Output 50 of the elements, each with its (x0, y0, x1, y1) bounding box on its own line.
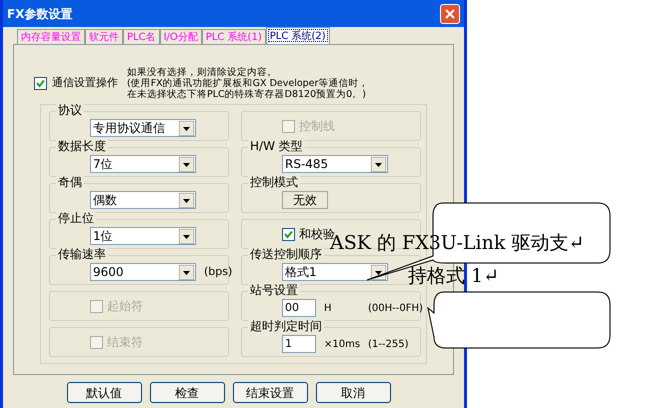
group-label: 站号设置 (248, 283, 300, 297)
checkbox[interactable] (282, 228, 295, 240)
checkbox-label: 起始符 (107, 298, 143, 315)
dropdown[interactable]: 偶数 (90, 191, 196, 209)
close-button[interactable] (440, 4, 460, 24)
range-label: (1--255) (368, 338, 408, 352)
group-label: 传输速率 (56, 247, 108, 261)
check-icon (36, 78, 45, 88)
group-label: 协议 (56, 103, 84, 117)
dropdown[interactable]: 7位 (90, 155, 196, 173)
dropdown-arrow-icon (179, 156, 194, 172)
close-icon (445, 8, 455, 18)
checkbox[interactable] (34, 76, 47, 90)
dropdown-arrow-icon (371, 156, 386, 172)
dropdown[interactable]: RS-485 (282, 155, 388, 173)
tab[interactable]: PLC 系统(2) (266, 27, 330, 44)
unit-label: H (324, 302, 333, 316)
mode-value: 无效 (282, 191, 328, 209)
dropdown-arrow-icon (179, 264, 194, 280)
group-label: 奇偶 (56, 175, 84, 189)
note-text: 在未选择状态下将PLC的特殊寄存器D8120预置为0。) (127, 89, 367, 100)
dialog-button[interactable]: 取消 (316, 382, 390, 403)
unit-label: ×10ms (324, 338, 362, 352)
dropdown-arrow-icon (179, 192, 194, 208)
dropdown-arrow-icon (179, 120, 194, 136)
dropdown[interactable]: 1位 (90, 227, 196, 245)
dropdown[interactable]: 专用协议通信 (90, 119, 196, 137)
dialog-button[interactable]: 默认值 (66, 382, 142, 403)
check-icon (284, 230, 293, 238)
range-label: (00H--0FH) (368, 302, 423, 316)
checkbox-label: 控制线 (299, 118, 335, 135)
group-label: 停止位 (56, 211, 96, 225)
unit-label: (bps) (204, 264, 232, 280)
group-label: 控制模式 (248, 175, 300, 189)
group-label: 传送控制顺序 (248, 247, 324, 261)
window-title: FX参数设置 (7, 6, 72, 22)
input-field[interactable]: 1 (282, 335, 316, 353)
group-label: 数据长度 (56, 139, 108, 153)
dialog-button[interactable]: 结束设置 (232, 382, 308, 403)
dropdown[interactable]: 9600 (90, 263, 196, 281)
checkbox-label: 结束符 (107, 334, 143, 351)
group-label: 超时判定时间 (248, 319, 324, 333)
dropdown-arrow-icon (179, 228, 194, 244)
input-field[interactable]: 00 (282, 299, 316, 317)
checkbox-label: 通信设置操作 (52, 75, 118, 91)
note-text: 如果没有选择，则清除设定内容。 (127, 67, 278, 78)
group-label: H/W 类型 (248, 139, 305, 153)
dialog-button[interactable]: 检查 (150, 382, 224, 403)
note-text: (使用FX的通讯功能扩展板和GX Developer等通信时， (127, 78, 368, 89)
dropdown[interactable]: 格式1 (282, 263, 388, 281)
